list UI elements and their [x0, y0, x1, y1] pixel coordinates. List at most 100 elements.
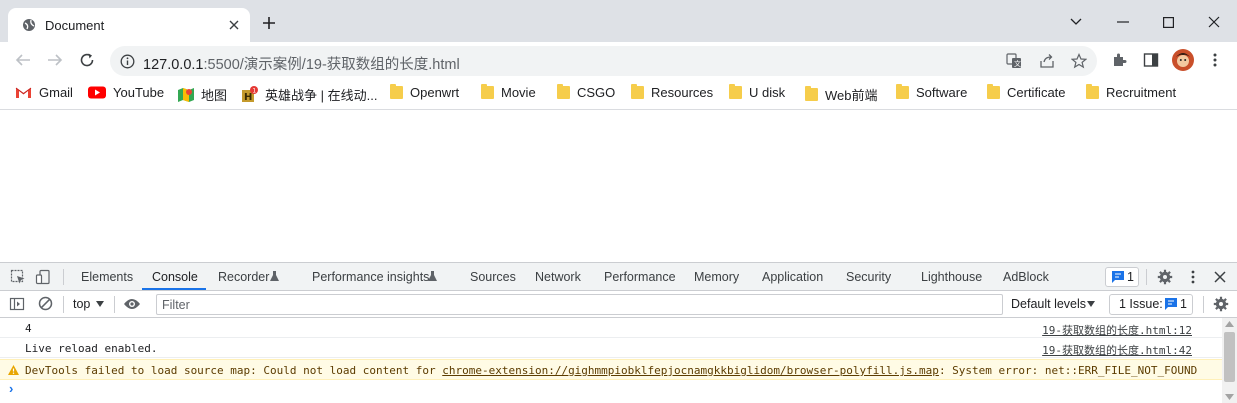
- sidebar-toggle-icon[interactable]: [9, 296, 25, 312]
- folder-icon: [481, 84, 494, 99]
- tab-console[interactable]: Console: [152, 270, 198, 284]
- warning-prefix: DevTools failed to load source map: Coul…: [25, 364, 443, 377]
- tab-adblock[interactable]: AdBlock: [1003, 270, 1049, 284]
- svg-text:文: 文: [1014, 59, 1021, 68]
- devtools-menu-icon[interactable]: [1186, 269, 1200, 285]
- bookmark-label: CSGO: [577, 85, 616, 100]
- console-scrollbar[interactable]: [1222, 318, 1237, 403]
- tab-network[interactable]: Network: [535, 270, 581, 284]
- reload-icon[interactable]: [78, 51, 96, 69]
- inspect-element-icon[interactable]: [10, 269, 26, 285]
- tab-security[interactable]: Security: [846, 270, 891, 284]
- tab-sources[interactable]: Sources: [470, 270, 516, 284]
- address-bar[interactable]: 127.0.0.1:5500/演示案例/19-获取数组的长度.html 文: [110, 46, 1097, 76]
- folder-icon: [896, 84, 909, 99]
- console-filter-input[interactable]: Filter: [156, 294, 1003, 315]
- url-host: 127.0.0.1: [143, 57, 204, 73]
- tab-performance[interactable]: Performance: [604, 270, 676, 284]
- devtools-tabbar: Elements Console Recorder Performance in…: [0, 263, 1237, 291]
- bookmark-label: 英雄战争 | 在线动...: [265, 88, 378, 103]
- tab-search-icon[interactable]: [1053, 7, 1099, 37]
- url-path: :5500/演示案例/19-获取数组的长度.html: [203, 57, 460, 73]
- bookmark-maps[interactable]: 地图: [178, 85, 227, 104]
- live-expression-eye-icon[interactable]: [123, 297, 141, 311]
- folder-icon: [1086, 84, 1099, 99]
- browser-toolbar: 127.0.0.1:5500/演示案例/19-获取数组的长度.html 文: [0, 42, 1237, 78]
- tab-lighthouse[interactable]: Lighthouse: [921, 270, 982, 284]
- issues-badge[interactable]: 1: [1105, 267, 1139, 287]
- scrollbar-thumb[interactable]: [1224, 332, 1235, 382]
- warning-triangle-icon: [8, 365, 19, 375]
- bookmark-gmail[interactable]: Gmail: [15, 85, 73, 100]
- maximize-icon[interactable]: [1145, 7, 1191, 37]
- issues-count: 1: [1180, 297, 1187, 311]
- chevron-down-icon: [96, 301, 104, 307]
- scroll-up-arrow-icon[interactable]: [1225, 321, 1234, 327]
- site-info-icon[interactable]: [120, 54, 135, 69]
- device-toolbar-icon[interactable]: [35, 269, 51, 285]
- console-warning: DevTools failed to load source map: Coul…: [0, 359, 1222, 380]
- bookmark-star-icon[interactable]: [1071, 53, 1087, 69]
- bookmark-folder-movie[interactable]: Movie: [481, 84, 536, 100]
- close-window-icon[interactable]: [1191, 7, 1237, 37]
- tab-memory[interactable]: Memory: [694, 270, 739, 284]
- bookmark-folder-csgo[interactable]: CSGO: [557, 84, 616, 100]
- bookmark-label: Web前端: [825, 88, 878, 103]
- issues-button[interactable]: 1 Issue: 1: [1109, 294, 1193, 315]
- tab-performance-insights[interactable]: Performance insights: [312, 270, 429, 284]
- context-selector[interactable]: top: [73, 297, 90, 311]
- bookmark-folder-software[interactable]: Software: [896, 84, 967, 100]
- bookmark-label: U disk: [749, 85, 786, 100]
- bookmark-folder-certificate[interactable]: Certificate: [987, 84, 1066, 100]
- message-icon: [1165, 298, 1177, 310]
- bookmark-youtube[interactable]: YouTube: [88, 85, 164, 100]
- source-link[interactable]: 19-获取数组的长度.html:42: [1042, 342, 1192, 358]
- console-message-text: 4: [25, 322, 32, 335]
- bookmark-folder-recruitment[interactable]: Recruitment: [1086, 84, 1176, 100]
- log-levels-dropdown[interactable]: Default levels: [1011, 297, 1086, 311]
- profile-avatar[interactable]: [1172, 49, 1194, 71]
- bookmark-game[interactable]: H1 英雄战争 | 在线动...: [241, 85, 377, 104]
- side-panel-icon[interactable]: [1143, 52, 1159, 68]
- settings-gear-icon[interactable]: [1157, 269, 1173, 285]
- extensions-icon[interactable]: [1111, 52, 1127, 68]
- browser-tab[interactable]: Document: [8, 8, 250, 42]
- context-label: top: [73, 297, 91, 311]
- close-devtools-icon[interactable]: [1214, 271, 1226, 283]
- forward-icon[interactable]: [46, 51, 64, 69]
- bookmark-folder-web[interactable]: Web前端: [805, 85, 878, 104]
- tab-application[interactable]: Application: [762, 270, 823, 284]
- console-toolbar: top Filter Default levels 1 Issue: 1: [0, 291, 1237, 318]
- warning-link[interactable]: chrome-extension://gighmmpiobklfepjocnam…: [442, 364, 939, 377]
- console-message: 4 19-获取数组的长度.html:12: [0, 318, 1222, 338]
- active-tab-indicator: [142, 288, 206, 290]
- url-text: 127.0.0.1:5500/演示案例/19-获取数组的长度.html: [143, 53, 460, 74]
- clear-console-icon[interactable]: [38, 296, 53, 311]
- menu-kebab-icon[interactable]: [1208, 52, 1222, 68]
- bookmark-folder-openwrt[interactable]: Openwrt: [390, 84, 459, 100]
- translate-icon[interactable]: 文: [1006, 53, 1022, 69]
- close-tab-icon[interactable]: [228, 19, 240, 31]
- folder-icon: [729, 84, 742, 99]
- bookmark-label: Gmail: [39, 85, 73, 100]
- divider: [114, 296, 115, 313]
- source-link[interactable]: 19-获取数组的长度.html:12: [1042, 322, 1192, 338]
- console-message: Live reload enabled. 19-获取数组的长度.html:42: [0, 338, 1222, 358]
- console-message-text: Live reload enabled.: [25, 342, 158, 355]
- console-settings-gear-icon[interactable]: [1213, 296, 1229, 312]
- divider: [1203, 296, 1204, 313]
- svg-text:1: 1: [252, 88, 256, 95]
- bookmark-folder-udisk[interactable]: U disk: [729, 84, 786, 100]
- tab-elements[interactable]: Elements: [81, 270, 133, 284]
- console-prompt[interactable]: ›: [9, 381, 13, 396]
- share-icon[interactable]: [1039, 53, 1055, 69]
- scroll-down-arrow-icon[interactable]: [1225, 394, 1234, 400]
- tab-recorder[interactable]: Recorder: [218, 270, 269, 284]
- bookmark-folder-resources[interactable]: Resources: [631, 84, 713, 100]
- folder-icon: [557, 84, 570, 99]
- back-icon[interactable]: [14, 51, 32, 69]
- game-icon: H1: [241, 86, 258, 103]
- new-tab-icon[interactable]: [262, 16, 276, 30]
- minimize-icon[interactable]: [1100, 7, 1146, 37]
- gmail-icon: [15, 86, 32, 99]
